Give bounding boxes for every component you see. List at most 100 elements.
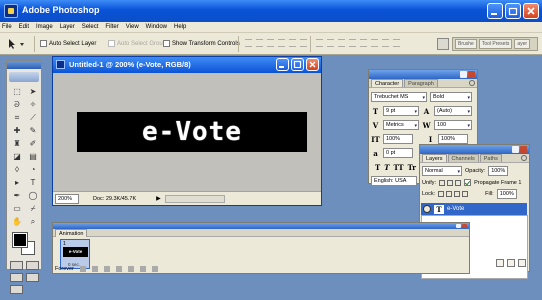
menu-view[interactable]: View	[126, 24, 139, 30]
shape-tool-icon[interactable]: ◯	[26, 190, 40, 201]
foreground-color-swatch[interactable]	[12, 232, 28, 248]
well-tab-tool-presets[interactable]: Tool Presets	[478, 39, 513, 49]
clone-stamp-tool-icon[interactable]: ♜	[10, 138, 24, 149]
horizontal-scale-input[interactable]: 100%	[438, 134, 468, 144]
first-frame-icon[interactable]	[79, 266, 86, 272]
document-close-button[interactable]	[306, 58, 319, 71]
character-panel-caption[interactable]	[369, 70, 477, 79]
menu-filter[interactable]: Filter	[105, 24, 118, 30]
panel-close-icon[interactable]	[462, 224, 467, 228]
previous-frame-icon[interactable]	[91, 266, 98, 272]
minimize-button[interactable]	[487, 3, 503, 19]
distribute-hcenter-icon[interactable]	[360, 39, 367, 47]
panel-minimize-icon[interactable]	[460, 71, 467, 78]
menu-file[interactable]: File	[2, 24, 12, 30]
canvas[interactable]: e-Vote	[77, 112, 307, 152]
tab-paths[interactable]: Paths	[479, 154, 502, 162]
distribute-bottom-icon[interactable]	[338, 39, 345, 47]
eyedropper-tool-icon[interactable]: ⌿	[26, 203, 40, 214]
history-brush-tool-icon[interactable]: ✐	[26, 138, 40, 149]
eraser-tool-icon[interactable]: ◪	[10, 151, 24, 162]
document-titlebar[interactable]: Untitled-1 @ 200% (e-Vote, RGB/8)	[53, 57, 321, 73]
menu-image[interactable]: Image	[36, 24, 53, 30]
unify-style-icon[interactable]	[455, 179, 462, 186]
crop-tool-icon[interactable]: ⌗	[10, 112, 24, 123]
zoom-tool-icon[interactable]: ⌕	[26, 216, 40, 227]
menu-layer[interactable]: Layer	[60, 24, 75, 30]
horizontal-scrollbar[interactable]	[164, 194, 225, 203]
move-tool-preset-picker[interactable]	[6, 38, 28, 50]
next-frame-icon[interactable]	[115, 266, 122, 272]
align-hcenter-icon[interactable]	[289, 39, 296, 47]
distribute-right-icon[interactable]	[371, 39, 378, 47]
align-bottom-icon[interactable]	[267, 39, 274, 47]
tab-layers[interactable]: Layers	[422, 154, 447, 162]
layers-panel-caption[interactable]	[420, 145, 529, 154]
language-select[interactable]: English: USA	[371, 176, 417, 186]
hand-tool-icon[interactable]: ✋	[10, 216, 24, 227]
lock-image-icon[interactable]	[446, 191, 453, 197]
restore-button[interactable]	[505, 3, 521, 19]
quick-mask-mode-icon[interactable]	[26, 261, 39, 270]
font-style-select[interactable]: Bold ▾	[430, 92, 472, 102]
gradient-tool-icon[interactable]: ▤	[26, 151, 40, 162]
trash-icon[interactable]	[518, 259, 526, 267]
eye-icon[interactable]	[423, 205, 431, 213]
canvas-area[interactable]: e-Vote	[53, 73, 321, 191]
standard-mode-icon[interactable]	[10, 261, 23, 270]
type-tool-icon[interactable]: T	[26, 177, 40, 188]
marquee-tool-icon[interactable]: ⬚	[10, 86, 24, 97]
menu-window[interactable]: Window	[146, 24, 167, 30]
blur-tool-icon[interactable]: ◊	[10, 164, 24, 175]
document-palette-icon[interactable]	[437, 38, 449, 50]
magic-wand-tool-icon[interactable]: ✧	[26, 99, 40, 110]
notes-tool-icon[interactable]: ▭	[10, 203, 24, 214]
blend-mode-select[interactable]: Normal ▾	[422, 166, 462, 176]
well-tab-layer-comps[interactable]: ayer	[514, 39, 531, 49]
lock-transparent-icon[interactable]	[438, 191, 445, 197]
pen-tool-icon[interactable]: ✒	[10, 190, 24, 201]
slice-tool-icon[interactable]: ⟋	[26, 112, 40, 123]
screen-mode-full-icon[interactable]	[26, 273, 39, 282]
lock-all-icon[interactable]	[462, 191, 469, 197]
lasso-tool-icon[interactable]: ᘐ	[10, 99, 24, 110]
move-tool-icon[interactable]: ➤	[26, 86, 40, 97]
menu-help[interactable]: Help	[174, 24, 186, 30]
delete-frame-icon[interactable]	[151, 266, 158, 272]
loop-select[interactable]: Forever	[55, 266, 74, 272]
vertical-scale-input[interactable]: 100%	[383, 134, 413, 144]
panel-menu-icon[interactable]	[521, 155, 527, 161]
menu-edit[interactable]: Edit	[19, 24, 29, 30]
new-group-icon[interactable]	[496, 259, 504, 267]
dodge-tool-icon[interactable]: ◔	[26, 164, 40, 175]
animation-panel-caption[interactable]	[53, 223, 469, 229]
tween-icon[interactable]	[127, 266, 134, 272]
panel-minimize-icon[interactable]	[512, 146, 519, 153]
document-minimize-button[interactable]	[276, 58, 289, 71]
font-size-select[interactable]: 9 pt ▾	[383, 106, 419, 116]
distribute-left-icon[interactable]	[349, 39, 356, 47]
brush-tool-icon[interactable]: ✎	[26, 125, 40, 136]
document-maximize-button[interactable]	[291, 58, 304, 71]
baseline-shift-input[interactable]: 0 pt	[383, 148, 413, 158]
propagate-frame-checkbox[interactable]	[464, 179, 472, 186]
font-family-select[interactable]: Trebuchet MS ▾	[371, 92, 427, 102]
toolbox-logo[interactable]	[9, 72, 39, 82]
tab-paragraph[interactable]: Paragraph	[404, 79, 438, 87]
leading-select[interactable]: (Auto) ▾	[434, 106, 472, 116]
zoom-field[interactable]: 200%	[55, 193, 79, 204]
distribute-extra2-icon[interactable]	[393, 39, 400, 47]
duplicate-frame-icon[interactable]	[139, 266, 146, 272]
close-button[interactable]	[523, 3, 539, 19]
menu-select[interactable]: Select	[82, 24, 99, 30]
status-menu-arrow-icon[interactable]: ▶	[156, 195, 161, 202]
small-caps-button[interactable]: Tr	[408, 163, 416, 172]
opacity-input[interactable]: 100%	[488, 166, 509, 176]
tab-animation[interactable]: Animation	[55, 229, 88, 237]
all-caps-button[interactable]: TT	[393, 163, 403, 172]
faux-italic-button[interactable]: T	[384, 163, 389, 172]
new-layer-icon[interactable]	[507, 259, 515, 267]
align-right-icon[interactable]	[300, 39, 307, 47]
show-transform-controls-option[interactable]: Show Transform Controls	[163, 40, 240, 47]
animation-frame[interactable]: 1 e-Vote 0 sec.	[60, 239, 90, 269]
